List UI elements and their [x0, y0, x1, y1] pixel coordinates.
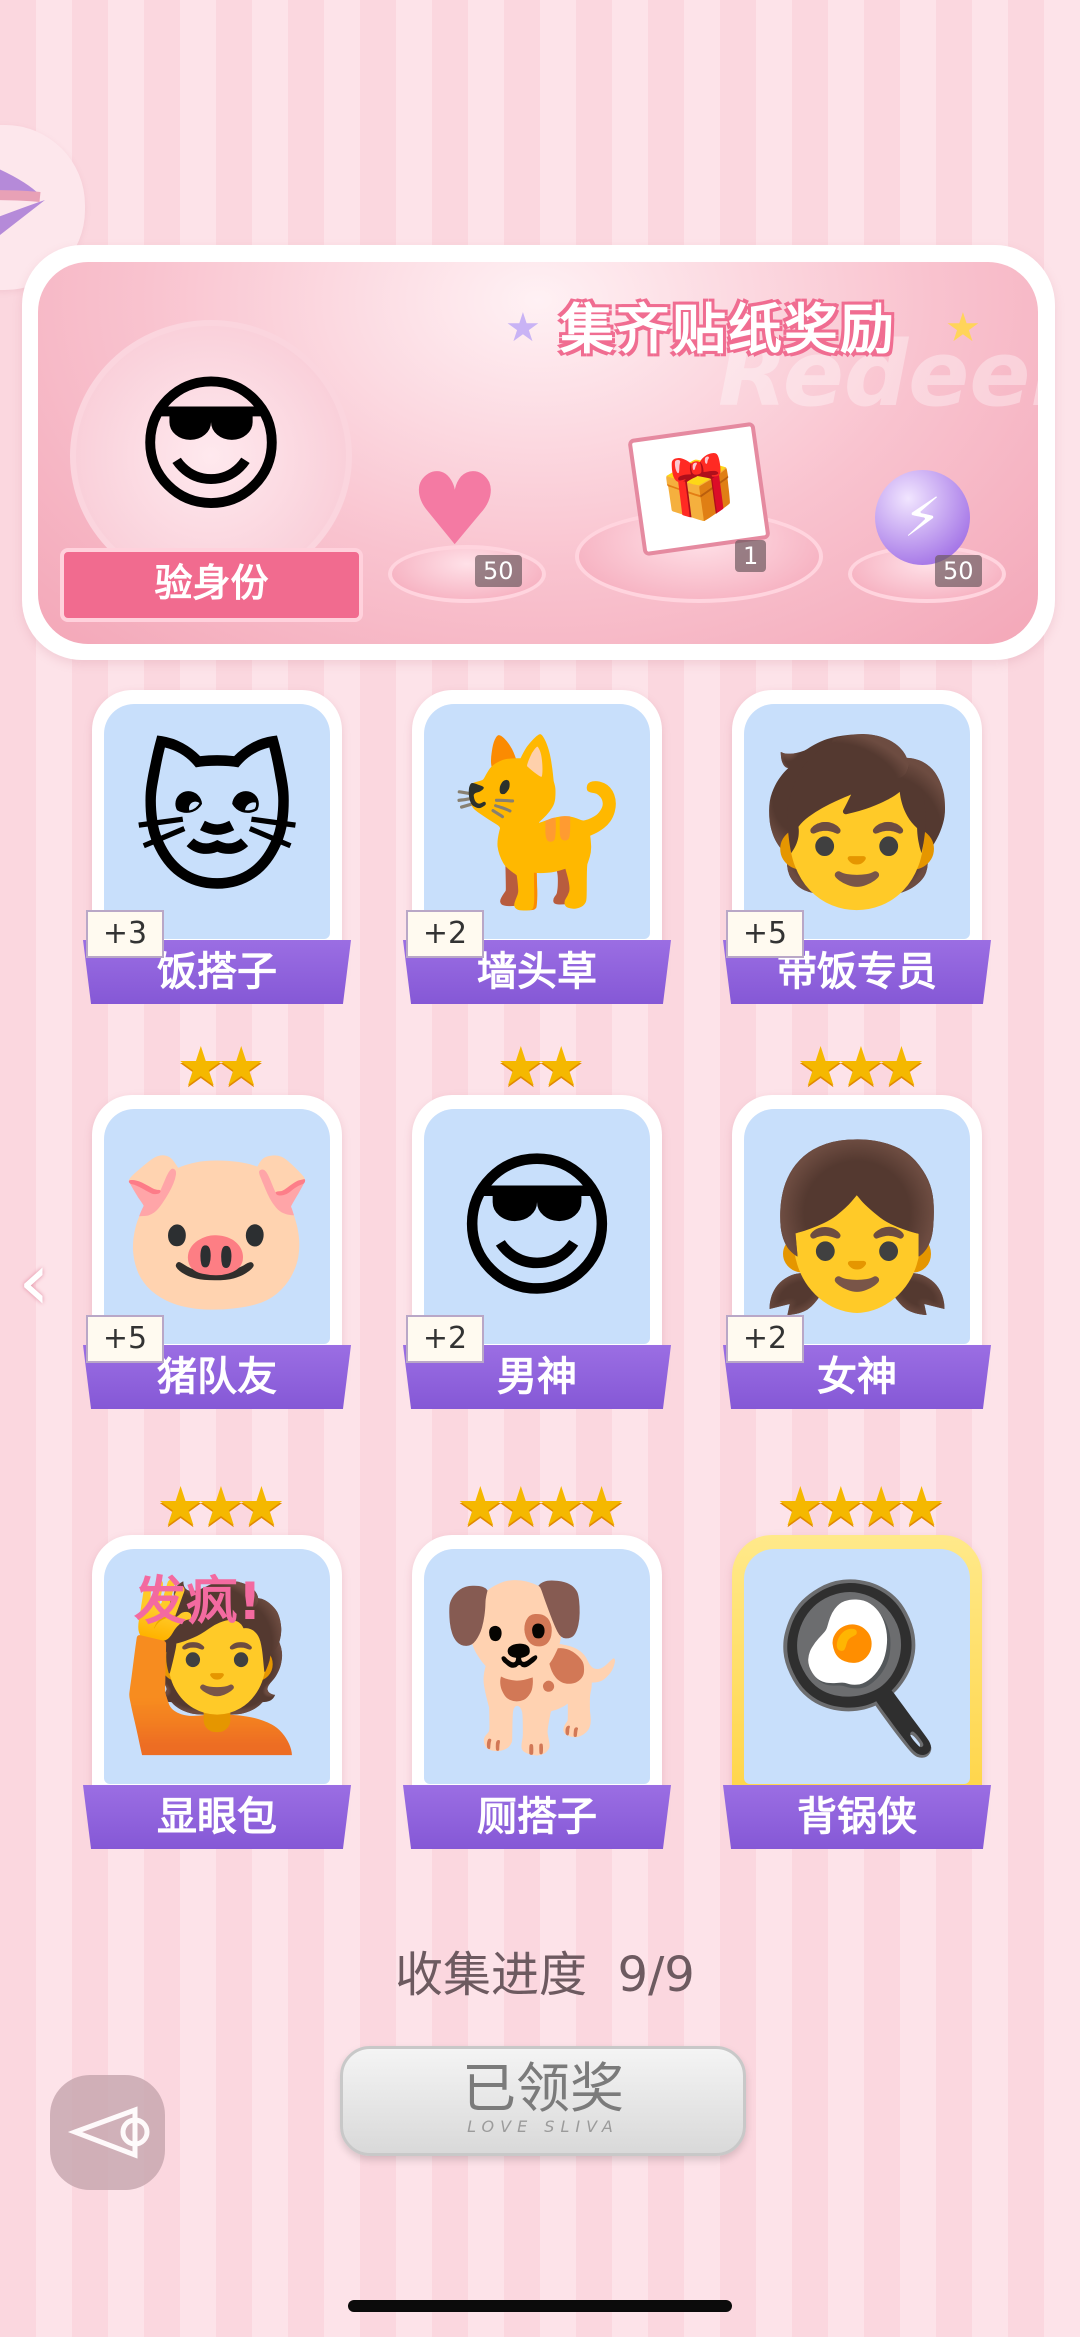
sticker-art: 🍳 — [744, 1549, 970, 1784]
claimed-label: 已领奖 — [462, 2057, 624, 2120]
cat-icon: 🐱 — [133, 728, 301, 915]
kitten-icon: 🐈 — [437, 728, 637, 915]
reward-count: 50 — [935, 555, 982, 587]
star-rating-icon: ★★★ — [156, 1475, 285, 1538]
sticker-art: 🧒 — [744, 704, 970, 939]
star-decoration-icon: ★ — [505, 305, 541, 351]
star-rating-icon: ★★★ — [796, 1035, 925, 1098]
purple-lightning-orb-icon: ⚡ — [875, 470, 970, 565]
star-decoration-icon: ★ — [945, 305, 981, 351]
sticker-art: 🐷 — [104, 1109, 330, 1344]
pink-heart-gem-icon: ♥ — [410, 451, 500, 568]
sticker-art: 😎 — [424, 1109, 650, 1344]
sticker-name: 背锅侠 — [723, 1785, 991, 1849]
previous-page-arrow-icon[interactable]: ‹ — [18, 1235, 50, 1328]
bonus-badge: +5 — [86, 1315, 164, 1363]
claimed-sub-text: LOVE SLIVA — [467, 2117, 619, 2136]
reward-title: 集齐贴纸奖励 — [560, 298, 896, 361]
sticker-art-text: 发疯! — [134, 1572, 262, 1632]
cool-boy-avatar-icon: 😎 — [132, 359, 290, 533]
shiba-toilet-paper-icon: 🐕 — [437, 1573, 637, 1760]
cool-boy-icon: 😎 — [453, 1133, 621, 1320]
star-rating-icon: ★★★★ — [456, 1475, 626, 1538]
star-rating-icon: ★★ — [176, 1035, 266, 1098]
claimed-button[interactable]: 已领奖 LOVE SLIVA — [340, 2046, 746, 2156]
sticker-name: 厕搭子 — [403, 1785, 671, 1849]
bonus-badge: +2 — [406, 1315, 484, 1363]
progress-value: 9/9 — [617, 1947, 695, 2003]
reward-count: 1 — [735, 540, 767, 572]
gift-box-icon: 🎁 — [627, 421, 771, 557]
collection-progress: 收集进度 9/9 — [395, 1935, 695, 2005]
reward-count: 50 — [475, 555, 522, 587]
sticker-art: 🐕 — [424, 1549, 650, 1784]
bonus-badge: +3 — [86, 910, 164, 958]
home-indicator — [348, 2300, 732, 2312]
bonus-badge: +2 — [726, 1315, 804, 1363]
back-triangle-icon — [67, 2106, 150, 2159]
sticker-art: 🙋 发疯! — [104, 1549, 330, 1784]
sticker-art: 🐱 — [104, 704, 330, 939]
star-rating-icon: ★★★★ — [776, 1475, 946, 1538]
star-rating-icon: ★★ — [496, 1035, 586, 1098]
girl-with-phone-icon: 🧒 — [757, 728, 957, 915]
back-button[interactable] — [50, 2075, 165, 2190]
girl-icon: 👧 — [757, 1133, 957, 1320]
capybara-pan-icon: 🍳 — [757, 1573, 957, 1760]
progress-label: 收集进度 — [395, 1947, 588, 2003]
bonus-badge: +5 — [726, 910, 804, 958]
sticker-art: 👧 — [744, 1109, 970, 1344]
bonus-badge: +2 — [406, 910, 484, 958]
sticker-art: 🐈 — [424, 704, 650, 939]
sticker-name: 显眼包 — [83, 1785, 351, 1849]
verify-identity-button[interactable]: 验身份 — [60, 548, 363, 622]
pig-icon: 🐷 — [117, 1133, 317, 1320]
